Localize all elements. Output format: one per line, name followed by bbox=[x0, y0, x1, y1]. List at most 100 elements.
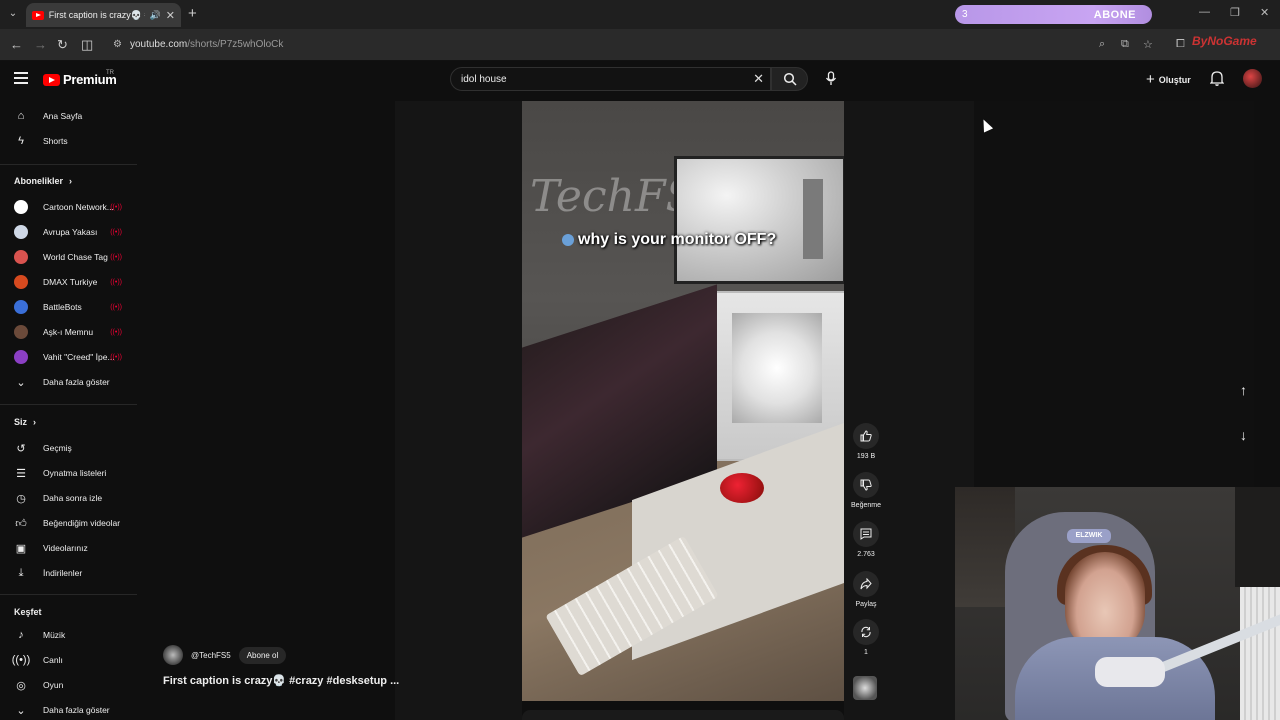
live-indicator-icon: ((•)) bbox=[110, 253, 122, 261]
channel-avatar[interactable] bbox=[163, 645, 183, 665]
live-indicator-icon: ((•)) bbox=[110, 303, 122, 311]
dislike-label: Beğenme bbox=[851, 502, 881, 509]
search-input[interactable]: idol house ✕ bbox=[450, 67, 771, 91]
browser-tab-active[interactable]: First caption is crazy💀 #cr 🔊 ✕ bbox=[26, 3, 181, 27]
video-scene-monitor bbox=[674, 156, 844, 284]
sidebar-item-label: Ana Sayfa bbox=[43, 111, 83, 121]
sidebar-item-sub[interactable]: Cartoon Network... ((•)) bbox=[14, 200, 132, 214]
channel-avatar bbox=[14, 200, 28, 214]
reload-icon[interactable]: ↻ bbox=[57, 37, 68, 53]
audio-source-thumbnail[interactable] bbox=[853, 676, 877, 700]
tab-search-chevron-icon[interactable]: ⌄ bbox=[5, 6, 21, 22]
chevron-down-icon: ⌄ bbox=[16, 704, 26, 717]
restore-icon[interactable]: ❐ bbox=[1230, 6, 1240, 19]
sidebar-item-sub[interactable]: World Chase Tag ((•)) bbox=[14, 250, 132, 264]
sidebar-item-label: World Chase Tag bbox=[43, 252, 108, 262]
webcam-overlay: ELZWIK bbox=[955, 487, 1280, 720]
share-label: Paylaş bbox=[855, 601, 877, 608]
menu-icon[interactable] bbox=[14, 72, 28, 87]
sidebar-item-sub[interactable]: DMAX Turkiye ((•)) bbox=[14, 275, 132, 289]
forward-icon[interactable]: → bbox=[34, 37, 47, 52]
remix-icon bbox=[853, 619, 879, 645]
sidebar-item-live[interactable]: ((•)) Canlı bbox=[12, 653, 132, 667]
extensions-icon[interactable]: ⧠ bbox=[1176, 38, 1185, 51]
zoom-icon[interactable]: ⌕ bbox=[1099, 38, 1105, 51]
logo-region: TR bbox=[106, 70, 114, 76]
sidebar-item-downloads[interactable]: ⤓ İndirilenler bbox=[14, 566, 132, 580]
comment-count: 2.763 bbox=[857, 551, 875, 558]
live-indicator-icon: ((•)) bbox=[110, 278, 122, 286]
subscriber-goal-label: ABONE bbox=[1093, 8, 1136, 21]
previous-short-arrow-up-icon[interactable]: ↑ bbox=[1240, 382, 1247, 398]
sidebar-item-label: Avrupa Yakası bbox=[43, 227, 98, 237]
sidebar-item-playlists[interactable]: ☰ Oynatma listeleri bbox=[14, 466, 132, 480]
channel-avatar bbox=[14, 300, 28, 314]
voice-search-button[interactable] bbox=[820, 67, 842, 89]
video-title[interactable]: First caption is crazy💀 #crazy #desksetu… bbox=[163, 674, 399, 687]
chair-logo: ELZWIK bbox=[1067, 529, 1111, 543]
sidebar-item-label: Daha fazla göster bbox=[43, 377, 110, 387]
create-button[interactable]: + Oluştur bbox=[1146, 71, 1191, 88]
content-background bbox=[974, 101, 1254, 487]
sidebar-item-label: Aşk-ı Memnu bbox=[43, 327, 94, 337]
channel-name[interactable]: @TechFS5 bbox=[191, 651, 231, 660]
music-icon: ♪ bbox=[18, 629, 24, 641]
sidebar-item-gaming[interactable]: ◎ Oyun bbox=[14, 678, 132, 692]
live-indicator-icon: ((•)) bbox=[110, 353, 122, 361]
sidebar-item-sub[interactable]: Vahit "Creed" İpe... ((•)) bbox=[14, 350, 132, 364]
window-close-icon[interactable]: ✕ bbox=[1260, 6, 1269, 19]
tab-close-icon[interactable]: ✕ bbox=[166, 9, 175, 22]
sidebar-item-label: İndirilenler bbox=[43, 568, 83, 578]
sidebar-item-sub[interactable]: Aşk-ı Memnu ((•)) bbox=[14, 325, 132, 339]
show-more-subscriptions[interactable]: ⌄ Daha fazla göster bbox=[14, 375, 132, 389]
sidebar-item-label: Beğendiğim videolar bbox=[43, 518, 121, 528]
sidebar-item-your-videos[interactable]: ▣ Videolarınız bbox=[14, 541, 132, 555]
minimize-icon[interactable]: — bbox=[1199, 6, 1210, 18]
next-short-preview[interactable] bbox=[522, 710, 844, 720]
extension-brand-logo[interactable]: ByNoGame bbox=[1192, 34, 1257, 48]
dislike-button[interactable]: Beğenme bbox=[851, 472, 881, 509]
sidebar-item-history[interactable]: ↺ Geçmiş bbox=[14, 441, 132, 455]
remix-button[interactable]: 1 bbox=[852, 619, 880, 656]
speaker-icon[interactable]: 🔊 bbox=[150, 10, 161, 21]
sidebar-item-home[interactable]: ⌂ Ana Sayfa bbox=[14, 109, 132, 123]
search-button[interactable] bbox=[771, 67, 808, 91]
you-heading[interactable]: Siz › bbox=[14, 417, 36, 427]
show-more-explore[interactable]: ⌄ Daha fazla göster bbox=[14, 703, 132, 717]
subscribe-button[interactable]: Abone ol bbox=[238, 646, 287, 664]
back-icon[interactable]: ← bbox=[10, 37, 23, 52]
shorts-icon: ϟ bbox=[18, 135, 24, 147]
sidebar-item-liked[interactable]: 👍︎ Beğendiğim videolar bbox=[14, 516, 132, 530]
clear-search-icon[interactable]: ✕ bbox=[753, 71, 764, 87]
home-icon: ⌂ bbox=[17, 110, 25, 122]
site-info-icon[interactable]: ⚙ bbox=[113, 39, 122, 50]
microphone-icon bbox=[825, 70, 837, 85]
next-short-arrow-down-icon[interactable]: ↓ bbox=[1240, 427, 1247, 443]
comments-button[interactable]: 2.763 bbox=[852, 521, 880, 558]
url-field[interactable]: ⚙ youtube.com/shorts/P7z5whOloCk bbox=[105, 33, 1195, 56]
like-count: 193 B bbox=[856, 453, 876, 460]
install-app-icon[interactable]: ⧉ bbox=[1121, 38, 1129, 51]
video-icon: ▣ bbox=[15, 542, 27, 555]
new-tab-plus-icon[interactable]: + bbox=[188, 5, 197, 22]
share-button[interactable]: Paylaş bbox=[852, 571, 880, 608]
account-avatar[interactable] bbox=[1243, 69, 1262, 88]
like-icon: 👍︎ bbox=[15, 517, 27, 530]
channel-avatar bbox=[14, 250, 28, 264]
short-video-player[interactable]: TechFS why is your monitor OFF? bbox=[522, 101, 844, 701]
sidebar-item-shorts[interactable]: ϟ Shorts bbox=[14, 134, 132, 148]
subscriptions-heading[interactable]: Abonelikler › bbox=[14, 176, 72, 186]
notifications-bell-icon[interactable] bbox=[1209, 70, 1225, 91]
video-caption: why is your monitor OFF? bbox=[562, 231, 776, 249]
sidebar-item-sub[interactable]: BattleBots ((•)) bbox=[14, 300, 132, 314]
bookmark-star-icon[interactable]: ☆ bbox=[1143, 38, 1153, 51]
channel-avatar bbox=[14, 225, 28, 239]
webcam-background bbox=[1235, 487, 1280, 587]
sidebar-item-sub[interactable]: Avrupa Yakası ((•)) bbox=[14, 225, 132, 239]
live-indicator-icon: ((•)) bbox=[110, 228, 122, 236]
split-view-icon[interactable]: ◫ bbox=[81, 37, 93, 53]
like-button[interactable]: 193 B bbox=[852, 423, 880, 460]
sidebar-item-music[interactable]: ♪ Müzik bbox=[14, 628, 132, 642]
sidebar-item-watch-later[interactable]: ◷ Daha sonra izle bbox=[14, 491, 132, 505]
neon-sign: TechFS bbox=[530, 171, 696, 222]
